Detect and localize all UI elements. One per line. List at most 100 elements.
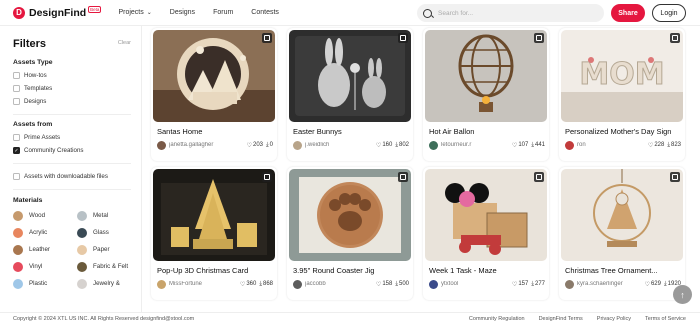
design-title[interactable]: 3.95" Round Coaster Jig	[293, 266, 411, 275]
author-name[interactable]: janetta.gallagher	[169, 142, 244, 148]
bookmark-icon[interactable]	[262, 33, 272, 43]
nav-forum[interactable]: Forum	[213, 9, 233, 16]
material-vinyl[interactable]: Vinyl	[13, 260, 77, 273]
design-thumbnail[interactable]	[425, 30, 547, 122]
filter-prime-assets[interactable]: Prime Assets	[13, 131, 141, 144]
like-count[interactable]: ♡ 629	[645, 281, 661, 288]
filter-how-tos[interactable]: How-tos	[13, 69, 141, 82]
avatar[interactable]	[565, 140, 574, 150]
material-metal[interactable]: Metal	[77, 209, 137, 222]
design-card[interactable]: Christmas Tree Ornament... kyra.schaerlin…	[559, 167, 685, 300]
filter-designs[interactable]: Designs	[13, 95, 141, 108]
material-jewelry[interactable]: Jewelry &	[77, 277, 137, 290]
avatar[interactable]	[429, 279, 438, 289]
bookmark-icon[interactable]	[534, 172, 544, 182]
checkbox[interactable]	[13, 72, 20, 79]
checkbox[interactable]	[13, 173, 20, 180]
design-thumbnail[interactable]	[561, 169, 683, 261]
design-title[interactable]: Personalized Mother's Day Sign	[565, 127, 683, 136]
checkbox-checked[interactable]: ✓	[13, 147, 20, 154]
footer-link-community-regulation[interactable]: Community Regulation	[469, 316, 525, 322]
login-button[interactable]: Login	[652, 4, 686, 22]
design-card[interactable]: MOM Personalized Mother's Day Sign ron ♡ 228…	[559, 28, 685, 161]
author-name[interactable]: j.weidlich	[305, 142, 373, 148]
design-title[interactable]: Pop-Up 3D Christmas Card	[157, 266, 275, 275]
design-meta: janetta.gallagher ♡ 203 ⤓ 0	[157, 140, 273, 150]
avatar[interactable]	[293, 279, 302, 289]
author-name[interactable]: letourneur.r	[441, 142, 509, 148]
design-card[interactable]: Hot Air Ballon letourneur.r ♡ 107 ⤓ 441	[423, 28, 549, 161]
top-navbar: D DesignFind Beta Projects ⌄ Designs For…	[0, 0, 700, 26]
like-count[interactable]: ♡ 160	[376, 142, 392, 149]
material-leather[interactable]: Leather	[13, 243, 77, 256]
nav-contests[interactable]: Contests	[251, 9, 279, 16]
author-name[interactable]: kyra.schaerlinger	[577, 281, 642, 287]
avatar[interactable]	[293, 140, 302, 150]
design-title[interactable]: Easter Bunnys	[293, 127, 411, 136]
author-name[interactable]: jaccobb	[305, 281, 373, 287]
design-card[interactable]: Week 1 Task - Maze ytxtool ♡ 157 ⤓ 277	[423, 167, 549, 300]
design-meta: MissFortune ♡ 360 ⤓ 868	[157, 279, 273, 289]
bookmark-icon[interactable]	[670, 33, 680, 43]
material-fabric-felt[interactable]: Fabric & Felt	[77, 260, 137, 273]
material-glass[interactable]: Glass	[77, 226, 137, 239]
filter-templates[interactable]: Templates	[13, 82, 141, 95]
metal-swatch-icon	[77, 210, 87, 221]
design-title[interactable]: Week 1 Task - Maze	[429, 266, 547, 275]
design-thumbnail[interactable]: MOM	[561, 30, 683, 122]
design-thumbnail[interactable]	[425, 169, 547, 261]
search-bar[interactable]	[417, 4, 604, 22]
material-paper[interactable]: Paper	[77, 243, 137, 256]
design-thumbnail[interactable]	[289, 169, 411, 261]
clear-filters-link[interactable]: Clear	[118, 40, 131, 46]
author-name[interactable]: MissFortune	[169, 281, 237, 287]
design-thumbnail[interactable]	[289, 30, 411, 122]
nav-designs[interactable]: Designs	[170, 9, 195, 16]
design-thumbnail[interactable]	[153, 169, 275, 261]
checkbox[interactable]	[13, 85, 20, 92]
avatar[interactable]	[157, 279, 166, 289]
design-title[interactable]: Christmas Tree Ornament...	[565, 266, 683, 275]
author-name[interactable]: ron	[577, 142, 645, 148]
design-card[interactable]: Santas Home janetta.gallagher ♡ 203 ⤓ 0	[151, 28, 277, 161]
design-thumbnail[interactable]	[153, 30, 275, 122]
avatar[interactable]	[565, 279, 574, 289]
bookmark-icon[interactable]	[398, 33, 408, 43]
footer-link-privacy-policy[interactable]: Privacy Policy	[597, 316, 631, 322]
design-title[interactable]: Santas Home	[157, 127, 275, 136]
nav-projects[interactable]: Projects ⌄	[118, 9, 151, 16]
like-count[interactable]: ♡ 203	[247, 142, 263, 149]
like-count[interactable]: ♡ 360	[240, 281, 256, 288]
share-button[interactable]: Share	[611, 4, 645, 22]
paper-swatch-icon	[77, 244, 87, 255]
arrow-up-icon[interactable]: ↑	[673, 285, 692, 304]
design-title[interactable]: Hot Air Ballon	[429, 127, 547, 136]
design-card[interactable]: Pop-Up 3D Christmas Card MissFortune ♡ 360 ⤓…	[151, 167, 277, 300]
like-count[interactable]: ♡ 228	[648, 142, 664, 149]
material-plastic[interactable]: Plastic	[13, 277, 77, 290]
checkbox[interactable]	[13, 98, 20, 105]
design-card[interactable]: 3.95" Round Coaster Jig jaccobb ♡ 158 ⤓ 500	[287, 167, 413, 300]
search-input[interactable]	[438, 9, 588, 17]
bookmark-icon[interactable]	[262, 172, 272, 182]
avatar[interactable]	[429, 140, 438, 150]
design-card[interactable]: Easter Bunnys j.weidlich ♡ 160 ⤓ 802	[287, 28, 413, 161]
like-count[interactable]: ♡ 158	[376, 281, 392, 288]
bookmark-icon[interactable]	[398, 172, 408, 182]
logo[interactable]: D DesignFind Beta	[13, 6, 102, 19]
avatar[interactable]	[157, 140, 166, 150]
footer-link-terms-of-service[interactable]: Terms of Service	[645, 316, 686, 322]
bookmark-icon[interactable]	[670, 172, 680, 182]
download-count: ⤓ 441	[531, 141, 545, 149]
fabric-swatch-icon	[77, 261, 87, 272]
material-wood[interactable]: Wood	[13, 209, 77, 222]
material-acrylic[interactable]: Acrylic	[13, 226, 77, 239]
like-count[interactable]: ♡ 107	[512, 142, 528, 149]
filter-community-creations[interactable]: ✓ Community Creations	[13, 144, 141, 157]
bookmark-icon[interactable]	[534, 33, 544, 43]
footer-link-designfind-terms[interactable]: DesignFind Terms	[539, 316, 583, 322]
author-name[interactable]: ytxtool	[441, 281, 509, 287]
checkbox[interactable]	[13, 134, 20, 141]
filter-downloadable[interactable]: Assets with downloadable files	[13, 170, 141, 183]
like-count[interactable]: ♡ 157	[512, 281, 528, 288]
